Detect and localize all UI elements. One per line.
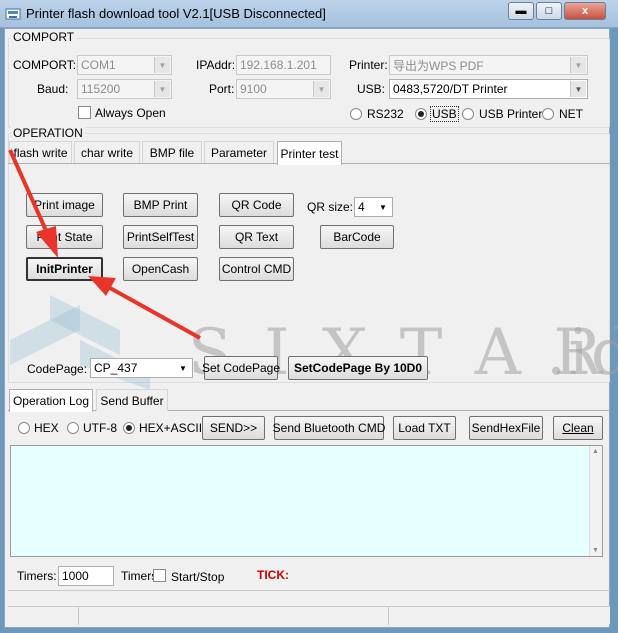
load-txt-button[interactable]: Load TXT [393, 416, 456, 440]
maximize-button[interactable]: □ [536, 2, 562, 20]
timers-label: Timers: [17, 569, 57, 583]
close-button[interactable]: x [564, 2, 606, 20]
chevron-down-icon: ▼ [570, 81, 586, 97]
printer-select[interactable]: 导出为WPS PDF ▼ [389, 55, 588, 75]
tick-label: TICK: [257, 568, 289, 582]
start-stop-checkbox[interactable] [153, 569, 166, 582]
minimize-icon: ▬ [515, 5, 527, 17]
log-scrollbar[interactable]: ▲ ▼ [589, 446, 602, 556]
hex-ascii-radio[interactable] [123, 422, 135, 434]
log-textarea[interactable] [10, 445, 603, 557]
send-bluetooth-button[interactable]: Send Bluetooth CMD [273, 416, 385, 440]
printer-label: Printer: [349, 58, 388, 72]
set-codepage-button[interactable]: Set CodePage [202, 356, 280, 380]
timers-label-2: Timers [121, 569, 158, 583]
baud-select[interactable]: 115200 ▼ [77, 79, 172, 99]
set-codepage-by-button[interactable]: SetCodePage By 10D0 [288, 356, 428, 380]
ipaddr-input[interactable]: 192.168.1.201 [236, 55, 331, 75]
start-stop-label: Start/Stop [171, 570, 225, 584]
status-divider [8, 590, 610, 591]
arrow-head-icon [88, 276, 116, 296]
qr-code-button[interactable]: QR Code [219, 193, 294, 217]
maximize-icon: □ [545, 5, 553, 17]
hex-radio[interactable] [18, 422, 30, 434]
tab-operation-log[interactable]: Operation Log [9, 389, 93, 412]
codepage-select[interactable]: CP_437 ▼ [90, 358, 193, 378]
chevron-down-icon: ▼ [154, 81, 170, 97]
chevron-down-icon: ▼ [154, 57, 170, 73]
usb-printer-radio[interactable] [462, 108, 474, 120]
ipaddr-label: IPAddr: [196, 58, 236, 72]
minimize-button[interactable]: ▬ [508, 2, 534, 20]
rs232-radio[interactable] [350, 108, 362, 120]
usb-select[interactable]: 0483,5720/DT Printer ▼ [389, 79, 588, 99]
chevron-down-icon: ▼ [175, 360, 191, 376]
comport-label: COMPORT: [13, 58, 77, 72]
control-cmd-button[interactable]: Control CMD [219, 257, 294, 281]
qr-size-label: QR size: [307, 200, 354, 214]
always-open-checkbox[interactable] [78, 106, 91, 119]
timers-input[interactable]: 1000 [58, 566, 114, 586]
comport-group-label: COMPORT [11, 30, 77, 44]
status-separator [78, 607, 79, 625]
usb-radio-label: USB [430, 106, 459, 122]
send-button[interactable]: SEND>> [202, 416, 265, 440]
window-title: Printer flash download tool V2.1[USB Dis… [26, 6, 326, 21]
usb-printer-label: USB Printer [479, 107, 543, 121]
close-icon: x [581, 5, 589, 17]
arrow-head-icon [36, 226, 58, 258]
tab-send-buffer[interactable]: Send Buffer [96, 389, 168, 411]
hex-label: HEX [34, 421, 59, 435]
usb-radio[interactable] [415, 108, 427, 120]
chevron-down-icon: ▼ [570, 57, 586, 73]
rs232-label: RS232 [367, 107, 404, 121]
title-bar: Printer flash download tool V2.1[USB Dis… [0, 0, 618, 28]
net-radio[interactable] [542, 108, 554, 120]
arrow-line [8, 149, 50, 236]
qr-size-select[interactable]: 4 ▼ [354, 197, 393, 217]
status-separator [388, 607, 389, 625]
barcode-button[interactable]: BarCode [320, 225, 394, 249]
utf8-radio[interactable] [67, 422, 79, 434]
hex-ascii-label: HEX+ASCII [139, 421, 203, 435]
scroll-down-icon[interactable]: ▼ [592, 547, 599, 554]
qr-text-button[interactable]: QR Text [219, 225, 294, 249]
port-label: Port: [209, 82, 235, 96]
codepage-label: CodePage: [27, 362, 88, 376]
utf8-label: UTF-8 [83, 421, 117, 435]
baud-label: Baud: [37, 82, 69, 96]
annotation-arrows [8, 149, 201, 340]
chevron-down-icon: ▼ [313, 81, 329, 97]
usb-label: USB: [357, 82, 386, 96]
app-icon [5, 6, 21, 22]
tab-printer-test[interactable]: Printer test [277, 141, 342, 165]
net-label: NET [559, 107, 583, 121]
scroll-up-icon[interactable]: ▲ [592, 448, 599, 455]
chevron-down-icon: ▼ [375, 199, 391, 215]
watermark-suffix: .id [546, 316, 618, 390]
always-open-label: Always Open [95, 106, 166, 120]
comport-select[interactable]: COM1 ▼ [77, 55, 172, 75]
clean-button[interactable]: Clean [553, 416, 603, 440]
port-select[interactable]: 9100 ▼ [236, 79, 331, 99]
status-bar [8, 606, 610, 625]
send-hex-file-button[interactable]: SendHexFile [469, 416, 543, 440]
arrow-line [109, 286, 201, 340]
